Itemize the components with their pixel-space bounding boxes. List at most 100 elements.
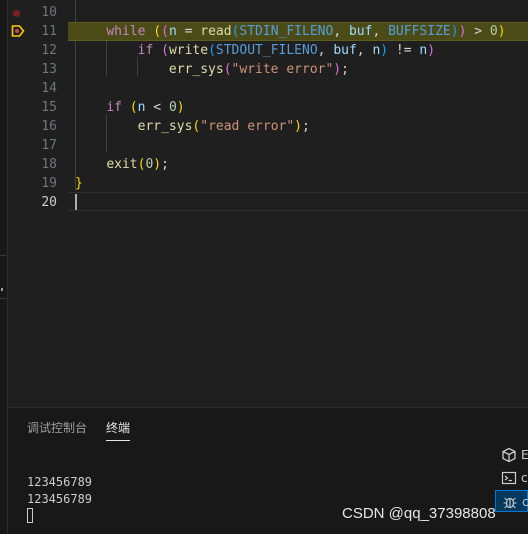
code-token: ( (208, 43, 216, 58)
code-text: if (write(STDOUT_FILENO, buf, n) != n) (75, 41, 435, 60)
code-token: 0 (168, 100, 177, 115)
code-token: ( (153, 24, 162, 39)
debug-exec-arrow-icon (11, 25, 25, 37)
text-cursor (75, 194, 77, 210)
line-gutter[interactable]: 11 (8, 22, 68, 41)
code-line[interactable]: 20 (8, 193, 528, 212)
line-number: 14 (41, 81, 57, 96)
breakpoint-icon[interactable] (13, 10, 20, 17)
code-line[interactable]: 13 err_sys("write error"); (8, 60, 528, 79)
code-editor[interactable]: 10 11 while ((n = read(STDIN_FILENO, buf,… (8, 0, 528, 407)
code-token: ) (333, 62, 342, 77)
code-token: ) (497, 24, 506, 39)
terminal-list-item[interactable]: c (495, 467, 528, 489)
line-number: 12 (41, 43, 57, 58)
line-gutter[interactable]: 14 (8, 79, 68, 98)
code-token: ) (450, 24, 459, 39)
code-token: ; (161, 157, 169, 172)
line-number: 19 (41, 176, 57, 191)
line-gutter[interactable]: 17 (8, 136, 68, 155)
code-token: read (200, 24, 232, 39)
terminal-list: E c c (495, 444, 528, 534)
line-gutter[interactable]: 16 (8, 117, 68, 136)
line-gutter[interactable]: 18 (8, 155, 68, 174)
code-line[interactable]: 16 err_sys("read error"); (8, 117, 528, 136)
package-icon (502, 447, 516, 463)
code-token: err_sys (137, 119, 193, 134)
code-token: STDOUT_FILENO (215, 43, 318, 58)
activity-edge (0, 0, 8, 534)
code-text: while ((n = read(STDIN_FILENO, buf, BUFF… (75, 22, 506, 41)
code-line[interactable]: 17 (8, 136, 528, 155)
line-number: 18 (41, 157, 57, 172)
tab-debug-console[interactable]: 调试控制台 (27, 420, 87, 440)
debug-icon (503, 497, 517, 509)
terminal-list-item[interactable]: c (495, 490, 528, 512)
code-token: , (317, 43, 334, 58)
line-gutter[interactable]: 12 (8, 41, 68, 60)
line-gutter[interactable]: 20 (8, 193, 68, 212)
terminal-list-label: E (521, 448, 528, 462)
line-number: 20 (41, 195, 57, 210)
code-token: , (356, 43, 373, 58)
line-gutter[interactable]: 15 (8, 98, 68, 117)
code-token: < (145, 100, 169, 115)
code-token: if (106, 100, 122, 115)
vscode-window: 10 11 while ((n = read(STDIN_FILENO, buf,… (0, 0, 528, 534)
code-line[interactable]: 10 (8, 3, 528, 22)
code-token: n (168, 24, 177, 39)
line-gutter[interactable]: 19 (8, 174, 68, 193)
code-line[interactable]: 11 while ((n = read(STDIN_FILENO, buf, B… (8, 22, 528, 41)
code-token: ( (161, 24, 169, 39)
code-line[interactable]: 18 exit(0); (8, 155, 528, 174)
terminal-list-label: c (522, 495, 528, 509)
line-number: 17 (41, 138, 57, 153)
code-token: if (137, 43, 154, 58)
code-token: BUFFSIZE (388, 24, 451, 39)
code-text: exit(0); (75, 155, 169, 174)
line-gutter[interactable]: 13 (8, 60, 68, 79)
code-token: buf (348, 24, 373, 39)
code-token: "read error" (200, 119, 295, 134)
tab-terminal[interactable]: 终端 (106, 420, 131, 441)
code-token: = (176, 24, 201, 39)
code-line[interactable]: 12 if (write(STDOUT_FILENO, buf, n) != n… (8, 41, 528, 60)
code-token: != (388, 43, 420, 58)
terminal-output[interactable]: 123456789 123456789 (27, 474, 92, 508)
code-token: ) (176, 100, 185, 115)
code-token: ( (161, 43, 169, 58)
edge-marker (1, 288, 3, 291)
line-number: 16 (41, 119, 57, 134)
code-token: "write error" (231, 62, 334, 77)
code-token: ( (223, 62, 232, 77)
panel-tabs: 调试控制台 终端 (8, 408, 528, 444)
line-number: 10 (41, 5, 57, 20)
code-token: buf (333, 43, 357, 58)
terminal-list-item[interactable]: E (495, 444, 528, 466)
terminal-cursor (27, 508, 33, 523)
terminal-icon (501, 471, 517, 485)
code-token: while (106, 24, 146, 39)
code-text: if (n < 0) (75, 98, 185, 117)
code-token: write (168, 43, 209, 58)
code-token: ) (294, 119, 302, 134)
line-number: 13 (41, 62, 57, 77)
code-token: err_sys (168, 62, 224, 77)
code-token: > (466, 24, 490, 39)
code-token: ( (129, 100, 138, 115)
line-gutter[interactable]: 10 (8, 3, 68, 22)
code-line[interactable]: 19} (8, 174, 528, 193)
sash-handle[interactable] (0, 255, 6, 299)
code-token: ; (302, 119, 310, 134)
code-token: STDIN_FILENO (239, 24, 334, 39)
code-token: exit (106, 157, 138, 172)
code-token: } (75, 176, 83, 191)
code-line[interactable]: 14 (8, 79, 528, 98)
code-line[interactable]: 15 if (n < 0) (8, 98, 528, 117)
code-text: err_sys("read error"); (75, 117, 310, 136)
line-number: 11 (41, 24, 57, 39)
